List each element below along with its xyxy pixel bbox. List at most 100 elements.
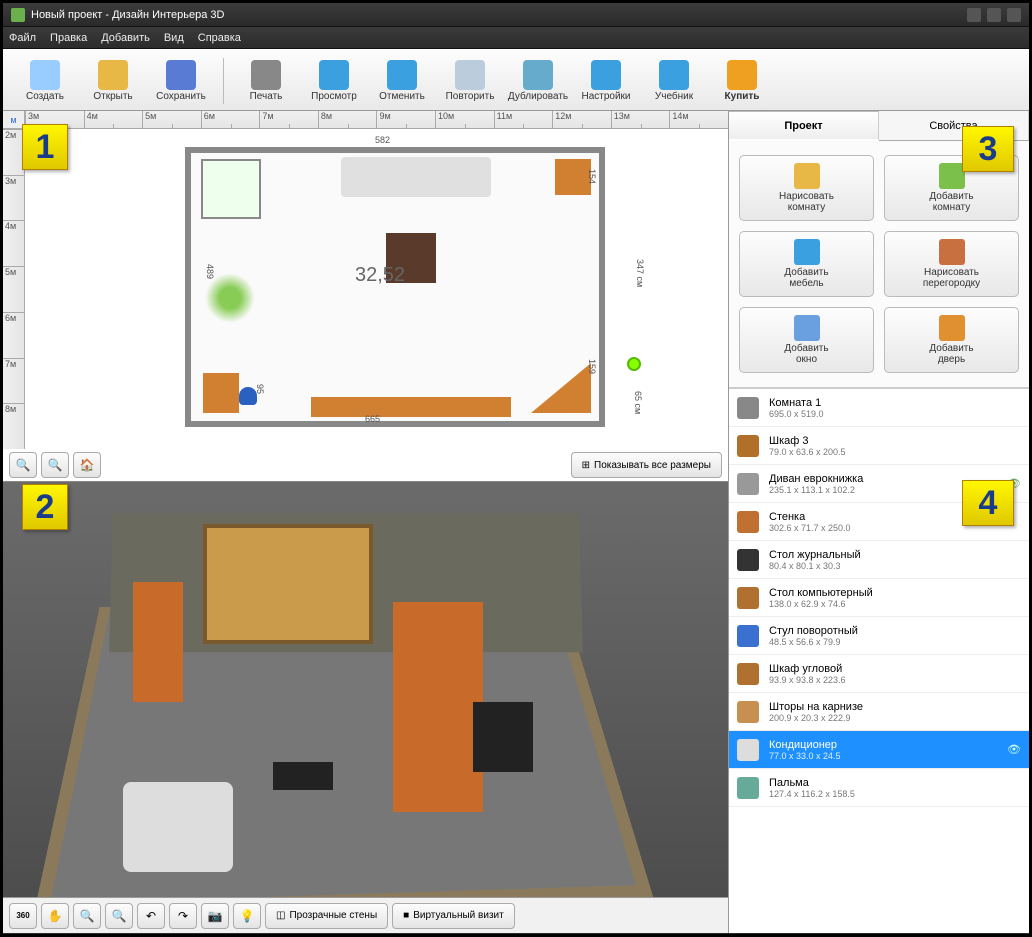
- ruler-tick: 12м: [552, 111, 611, 128]
- object-text: Пальма127.4 x 116.2 x 158.5: [769, 777, 1021, 799]
- object-dimensions: 93.9 x 93.8 x 223.6: [769, 675, 1021, 685]
- object-item[interactable]: Стол компьютерный138.0 x 62.9 x 74.6: [729, 579, 1029, 617]
- toolbar-undo[interactable]: Отменить: [372, 60, 432, 102]
- object-item[interactable]: Пальма127.4 x 116.2 x 158.5: [729, 769, 1029, 807]
- handle-icon[interactable]: [627, 357, 641, 371]
- object-text: Шкаф 379.0 x 63.6 x 200.5: [769, 435, 1021, 457]
- rotate-360-button[interactable]: 360: [9, 903, 37, 929]
- close-button[interactable]: [1007, 8, 1021, 22]
- menu-1[interactable]: Правка: [50, 32, 87, 44]
- maximize-button[interactable]: [987, 8, 1001, 22]
- object-name: Стул поворотный: [769, 625, 1021, 637]
- app-icon: [11, 8, 25, 22]
- object-name: Пальма: [769, 777, 1021, 789]
- visibility-eye-icon[interactable]: 👁: [1007, 477, 1021, 490]
- action-add-room[interactable]: Добавитькомнату: [884, 155, 1019, 221]
- toolbar-label: Создать: [26, 91, 64, 102]
- menu-2[interactable]: Добавить: [101, 32, 150, 44]
- create-icon: [30, 60, 60, 90]
- object-thumb-icon: [737, 739, 759, 761]
- lighting-button[interactable]: 💡: [233, 903, 261, 929]
- toolbar-label: Печать: [250, 91, 283, 102]
- zoom-out-button[interactable]: 🔍: [9, 452, 37, 478]
- toolbar-print[interactable]: Печать: [236, 60, 296, 102]
- action-label: перегородку: [923, 278, 980, 289]
- home-button[interactable]: 🏠: [73, 452, 101, 478]
- action-add-door[interactable]: Добавитьдверь: [884, 307, 1019, 373]
- window-3d: [203, 524, 373, 644]
- toolbar-buy[interactable]: Купить: [712, 60, 772, 102]
- furniture-desk[interactable]: [203, 373, 239, 413]
- toolbar-duplicate[interactable]: Дублировать: [508, 60, 568, 102]
- redo-3d-button[interactable]: ↷: [169, 903, 197, 929]
- object-name: Кондиционер: [769, 739, 1007, 751]
- menu-4[interactable]: Справка: [198, 32, 241, 44]
- furniture-item[interactable]: [555, 159, 591, 195]
- object-dimensions: 695.0 x 519.0: [769, 409, 1021, 419]
- object-list[interactable]: Комната 1695.0 x 519.0 Шкаф 379.0 x 63.6 …: [729, 388, 1029, 933]
- furniture-sofa[interactable]: [311, 397, 511, 417]
- action-label: Добавить: [784, 343, 828, 354]
- dim-l1: 489: [205, 264, 215, 279]
- object-dimensions: 235.1 x 113.1 x 102.2: [769, 485, 1007, 495]
- wardrobe-3d: [133, 582, 183, 702]
- action-label: Нарисовать: [779, 191, 834, 202]
- tab-project[interactable]: Проект: [729, 111, 879, 141]
- screenshot-button[interactable]: 📷: [201, 903, 229, 929]
- object-thumb-icon: [737, 663, 759, 685]
- toolbar-label: Учебник: [655, 91, 693, 102]
- object-item[interactable]: Шкаф угловой93.9 x 93.8 x 223.6: [729, 655, 1029, 693]
- object-item[interactable]: Кондиционер77.0 x 33.0 x 24.5👁: [729, 731, 1029, 769]
- action-draw-part[interactable]: Нарисоватьперегородку: [884, 231, 1019, 297]
- show-dimensions-button[interactable]: ⊞Показывать все размеры: [571, 452, 722, 478]
- undo-icon: [387, 60, 417, 90]
- object-item[interactable]: Шторы на карнизе200.9 x 20.3 x 222.9: [729, 693, 1029, 731]
- toolbar-create[interactable]: Создать: [15, 60, 75, 102]
- menu-3[interactable]: Вид: [164, 32, 184, 44]
- toolbar-open[interactable]: Открыть: [83, 60, 143, 102]
- pan-button[interactable]: ✋: [41, 903, 69, 929]
- zoom-out-3d-button[interactable]: 🔍: [73, 903, 101, 929]
- toolbar-redo[interactable]: Повторить: [440, 60, 500, 102]
- toolbar-settings[interactable]: Настройки: [576, 60, 636, 102]
- object-item[interactable]: Стул поворотный48.5 x 56.6 x 79.9: [729, 617, 1029, 655]
- plan-2d-area[interactable]: м 3м4м5м6м7м8м9м10м11м12м13м14м 2м3м4м5м…: [3, 111, 728, 481]
- toolbar-preview[interactable]: Просмотр: [304, 60, 364, 102]
- action-add-window[interactable]: Добавитьокно: [739, 307, 874, 373]
- object-item[interactable]: Комната 1695.0 x 519.0: [729, 389, 1029, 427]
- coffee-table-3d: [273, 762, 333, 790]
- furniture-sofa-top[interactable]: [341, 157, 491, 197]
- action-draw-room[interactable]: Нарисоватькомнату: [739, 155, 874, 221]
- zoom-in-button[interactable]: 🔍: [41, 452, 69, 478]
- view3d-toolbar: 360 ✋ 🔍 🔍 ↶ ↷ 📷 💡 ◫Прозрачные стены ■Вир…: [3, 897, 728, 933]
- plan-canvas[interactable]: 32,52 582 347 см 154 489 95 159 65 см 66…: [25, 129, 728, 449]
- minimize-button[interactable]: [967, 8, 981, 22]
- room-outline[interactable]: [185, 147, 605, 427]
- menu-0[interactable]: Файл: [9, 32, 36, 44]
- ruler-unit: м: [3, 111, 25, 129]
- transparent-walls-button[interactable]: ◫Прозрачные стены: [265, 903, 388, 929]
- ruler-tick: 2м: [3, 129, 24, 175]
- object-dimensions: 48.5 x 56.6 x 79.9: [769, 637, 1021, 647]
- furniture-corner[interactable]: [531, 363, 591, 413]
- object-item[interactable]: Стенка302.6 x 71.7 x 250.0: [729, 503, 1029, 541]
- virtual-tour-button[interactable]: ■Виртуальный визит: [392, 903, 515, 929]
- furniture-wardrobe[interactable]: [201, 159, 261, 219]
- object-dimensions: 77.0 x 33.0 x 24.5: [769, 751, 1007, 761]
- action-add-furn[interactable]: Добавитьмебель: [739, 231, 874, 297]
- object-item[interactable]: Диван еврокнижка235.1 x 113.1 x 102.2👁: [729, 465, 1029, 503]
- tab-properties[interactable]: Свойства: [879, 111, 1029, 140]
- toolbar-help[interactable]: Учебник: [644, 60, 704, 102]
- scene-3d[interactable]: [3, 482, 728, 897]
- object-item[interactable]: Шкаф 379.0 x 63.6 x 200.5: [729, 427, 1029, 465]
- view-3d-area[interactable]: 360 ✋ 🔍 🔍 ↶ ↷ 📷 💡 ◫Прозрачные стены ■Вир…: [3, 481, 728, 933]
- undo-3d-button[interactable]: ↶: [137, 903, 165, 929]
- visibility-eye-icon[interactable]: 👁: [1007, 743, 1021, 756]
- plant-icon[interactable]: [205, 273, 255, 323]
- object-item[interactable]: Стол журнальный80.4 x 80.1 x 30.3: [729, 541, 1029, 579]
- ruler-tick: 6м: [3, 312, 24, 358]
- object-text: Шкаф угловой93.9 x 93.8 x 223.6: [769, 663, 1021, 685]
- toolbar-save[interactable]: Сохранить: [151, 60, 211, 102]
- object-thumb-icon: [737, 777, 759, 799]
- zoom-in-3d-button[interactable]: 🔍: [105, 903, 133, 929]
